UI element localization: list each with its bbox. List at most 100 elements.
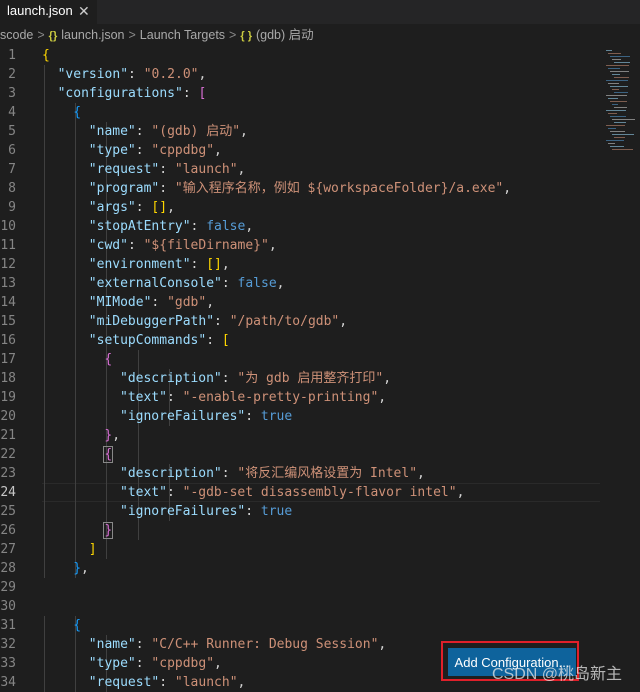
- code-token: ,: [268, 238, 277, 253]
- indent-guide: [75, 236, 77, 255]
- code-line[interactable]: 16 "setupCommands": [: [0, 331, 600, 350]
- code-token: "-gdb-set disassembly-flavor intel": [182, 485, 457, 500]
- line-number: 20: [0, 409, 16, 424]
- code-text: "version": "0.2.0",: [58, 65, 207, 84]
- json-icon: {}: [48, 30, 58, 42]
- indent-guide: [44, 635, 45, 654]
- line-number: 18: [0, 371, 16, 386]
- code-line[interactable]: 30: [0, 597, 600, 616]
- code-line[interactable]: 20 "ignoreFailures": true: [0, 407, 600, 426]
- bc-folder[interactable]: scode: [0, 28, 33, 42]
- minimap-line: [610, 71, 629, 72]
- code-line[interactable]: 24 "text": "-gdb-set disassembly-flavor i…: [0, 483, 600, 502]
- indent-guide: [75, 464, 77, 483]
- code-token: ,: [383, 371, 392, 386]
- indent-guide: [75, 274, 77, 293]
- code-line[interactable]: 28},: [0, 559, 600, 578]
- tab-bar: launch.json ✕: [0, 0, 640, 24]
- code-line[interactable]: 10 "stopAtEntry": false,: [0, 217, 600, 236]
- code-token: {: [42, 48, 50, 63]
- bc-symbol[interactable]: (gdb) 启动: [256, 28, 314, 42]
- indent-guide: [44, 445, 45, 464]
- line-number: 15: [0, 314, 16, 329]
- code-line[interactable]: 6 "type": "cppdbg",: [0, 141, 600, 160]
- minimap-line: [610, 116, 626, 117]
- code-token: ,: [214, 143, 222, 158]
- indent-guide: [44, 198, 45, 217]
- indent-guide: [44, 217, 45, 236]
- code-editor[interactable]: 1{2 "version": "0.2.0", 3 "configurations":…: [0, 46, 640, 692]
- code-token: "name": [88, 124, 136, 139]
- code-token: ,: [198, 67, 207, 82]
- code-line[interactable]: 19 "text": "-enable-pretty-printing",: [0, 388, 600, 407]
- code-token: :: [206, 333, 222, 348]
- code-token: "为 gdb 启用整齐打印": [237, 371, 384, 386]
- code-line[interactable]: 11 "cwd": "${fileDirname}",: [0, 236, 600, 255]
- code-token: ,: [167, 200, 175, 215]
- indent-guide: [44, 331, 45, 350]
- code-line[interactable]: 23 "description": "将反汇编风格设置为 Intel",: [0, 464, 600, 483]
- code-text: {: [103, 445, 114, 464]
- code-token: :: [190, 257, 207, 272]
- line-number: 6: [8, 143, 16, 158]
- minimap-line: [606, 125, 625, 126]
- code-token: :: [159, 181, 175, 196]
- code-line[interactable]: 25 "ignoreFailures": true: [0, 502, 600, 521]
- minimap-line: [608, 113, 617, 114]
- code-line[interactable]: 12 "environment": [],: [0, 255, 600, 274]
- line-number: 9: [8, 200, 16, 215]
- code-token: "cppdbg": [151, 656, 215, 671]
- code-line[interactable]: 4{: [0, 103, 600, 122]
- code-line[interactable]: 1{: [0, 46, 600, 65]
- minimap-line: [606, 80, 628, 81]
- code-text: },: [73, 559, 89, 578]
- code-token: :: [135, 124, 152, 139]
- minimap-line: [606, 95, 627, 96]
- minimap-line: [612, 104, 618, 105]
- code-text: {: [104, 350, 112, 369]
- code-token: []: [151, 200, 168, 215]
- minimap-line: [610, 56, 630, 57]
- minimap-line: [608, 53, 621, 54]
- code-line[interactable]: 13 "externalConsole": false,: [0, 274, 600, 293]
- code-line[interactable]: 29: [0, 578, 600, 597]
- indent-guide: [75, 160, 77, 179]
- code-line[interactable]: 8 "program": "输入程序名称，例如 ${workspaceFolder…: [0, 179, 600, 198]
- code-line[interactable]: 27]: [0, 540, 600, 559]
- code-text: "externalConsole": false,: [89, 274, 285, 293]
- code-token: ,: [456, 485, 465, 500]
- bc-file[interactable]: launch.json: [61, 28, 124, 42]
- indent-guide: [75, 198, 77, 217]
- code-line[interactable]: 26}: [0, 521, 600, 540]
- code-token: :: [159, 162, 175, 177]
- breadcrumb-separator: >: [128, 28, 136, 42]
- line-number: 30: [0, 599, 16, 614]
- code-token: "ignoreFailures": [120, 504, 246, 519]
- code-line[interactable]: 17 {: [0, 350, 600, 369]
- code-line[interactable]: 9 "args": [],: [0, 198, 600, 217]
- indent-guide: [75, 350, 77, 369]
- indent-guide: [44, 160, 45, 179]
- code-line[interactable]: 2 "version": "0.2.0",: [0, 65, 600, 84]
- minimap[interactable]: [600, 46, 640, 166]
- bc-section[interactable]: Launch Targets: [140, 28, 225, 42]
- code-token: "MIMode": [88, 295, 152, 310]
- code-line[interactable]: 15 "miDebuggerPath": "/path/to/gdb",: [0, 312, 600, 331]
- code-line[interactable]: 7 "request": "launch",: [0, 160, 600, 179]
- code-line[interactable]: 18 "description": "为 gdb 启用整齐打印",: [0, 369, 600, 388]
- code-line[interactable]: 21},: [0, 426, 600, 445]
- code-token: :: [221, 371, 238, 386]
- code-line[interactable]: 22 {: [0, 445, 600, 464]
- code-line[interactable]: 31 {: [0, 616, 600, 635]
- close-icon[interactable]: ✕: [78, 0, 90, 22]
- code-line[interactable]: 14 "MIMode": "gdb",: [0, 293, 600, 312]
- code-token: "request": [88, 675, 160, 690]
- tab-launch-json[interactable]: launch.json ✕: [0, 0, 97, 24]
- indent-guide: [106, 540, 108, 559]
- code-line[interactable]: 5 "name": "(gdb) 启动",: [0, 122, 600, 141]
- indent-guide: [75, 141, 77, 160]
- code-token: "name": [88, 637, 136, 652]
- code-line[interactable]: 3 "configurations": [: [0, 84, 600, 103]
- code-token: true: [260, 409, 293, 424]
- code-token: "type": [88, 656, 136, 671]
